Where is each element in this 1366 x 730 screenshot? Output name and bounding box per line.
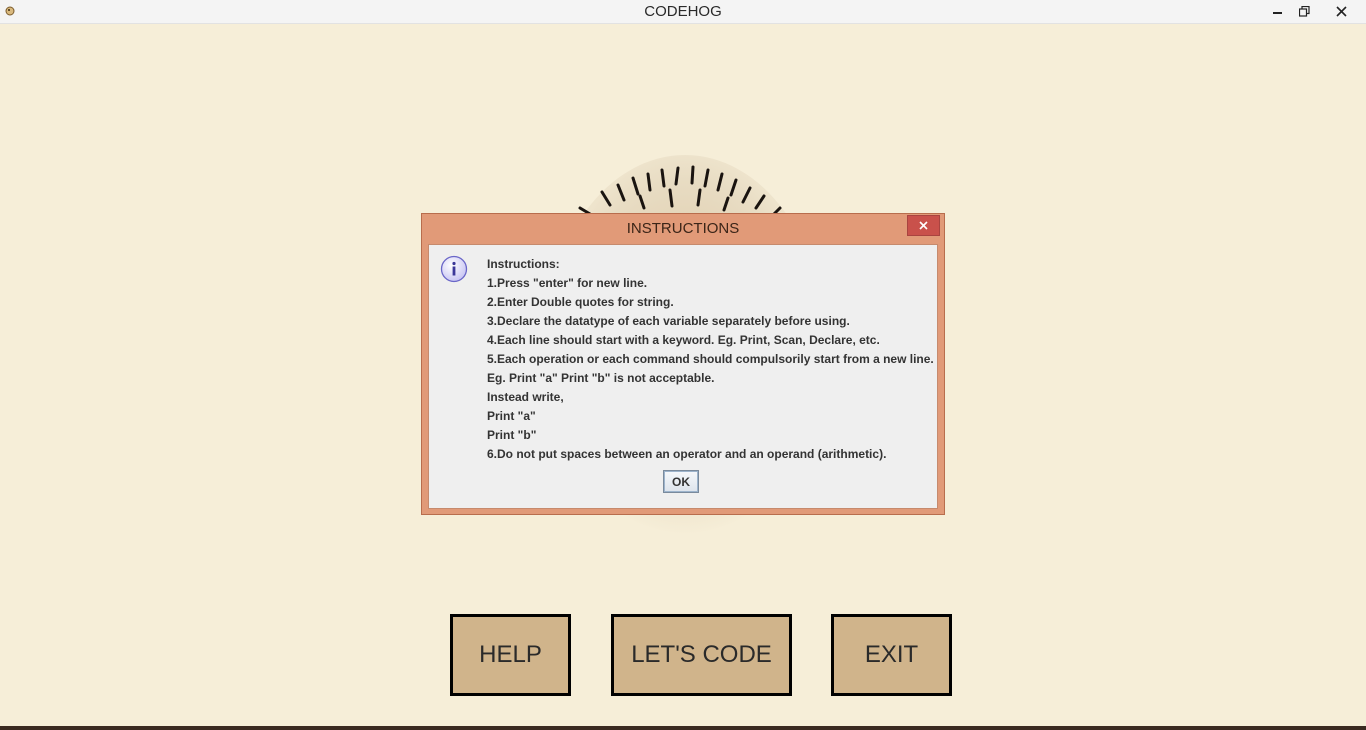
dialog-close-button[interactable] <box>907 215 940 236</box>
instruction-line: Eg. Print "a" Print "b" is not acceptabl… <box>487 371 715 385</box>
window-close-button[interactable] <box>1318 0 1364 22</box>
minimize-icon <box>1273 12 1282 14</box>
close-icon <box>919 221 928 230</box>
minimize-button[interactable] <box>1266 0 1290 22</box>
instruction-line: 6.Do not put spaces between an operator … <box>487 447 887 461</box>
instruction-line: 1.Press "enter" for new line. <box>487 276 648 290</box>
window-bottom-border <box>0 726 1366 730</box>
instruction-lines: Instructions: 1.Press "enter" for new li… <box>487 255 937 464</box>
ok-button[interactable]: OK <box>663 470 699 493</box>
dialog-title: INSTRUCTIONS <box>626 220 740 237</box>
restore-icon <box>1298 5 1310 17</box>
instruction-line: 4.Each line should start with a keyword.… <box>487 333 880 347</box>
instruction-line: Print "b" <box>487 428 537 442</box>
info-icon <box>440 255 468 283</box>
instruction-line: 2.Enter Double quotes for string. <box>487 295 674 309</box>
instruction-line: 5.Each operation or each command should … <box>487 352 934 366</box>
title-bar[interactable]: CODEHOG <box>0 0 1366 24</box>
exit-button[interactable]: EXIT <box>831 614 952 696</box>
instruction-line: 3.Declare the datatype of each variable … <box>487 314 850 328</box>
instruction-line: Instead write, <box>487 390 564 404</box>
window-title: CODEHOG <box>644 3 722 20</box>
app-window: CODEHOG INSTRUCTIONS Instructions: 1.Pre… <box>0 0 1366 730</box>
lets-code-button[interactable]: LET'S CODE <box>611 614 792 696</box>
dialog-body: Instructions: 1.Press "enter" for new li… <box>428 244 938 509</box>
close-icon <box>1335 5 1347 17</box>
instruction-line: Instructions: <box>487 257 560 271</box>
maximize-button[interactable] <box>1292 0 1316 22</box>
help-button[interactable]: HELP <box>450 614 571 696</box>
instructions-dialog: INSTRUCTIONS Instructions: 1.Press "ente… <box>421 213 945 515</box>
instruction-line: Print "a" <box>487 409 536 423</box>
